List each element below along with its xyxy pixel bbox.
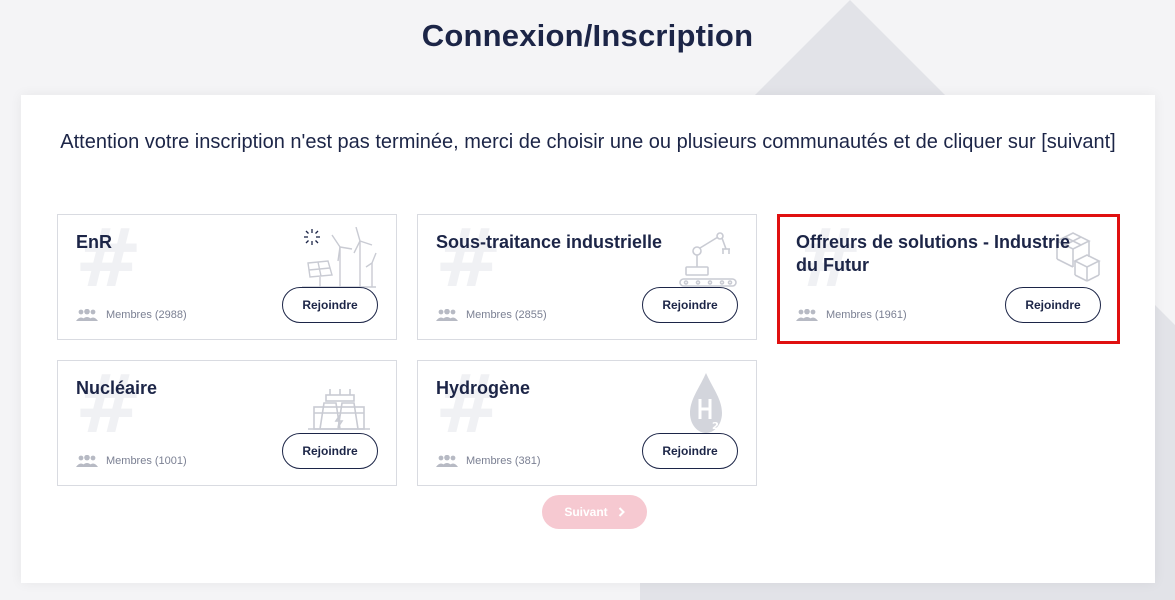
hydrogen-drop-icon: 2 [690,373,722,433]
member-count-text: Membres (1001) [106,455,187,467]
join-button-hydrogene[interactable]: Rejoindre [642,433,738,469]
member-count-text: Membres (2988) [106,309,187,321]
members-icon [76,455,98,467]
community-card-offreurs-solutions: # Offreurs de solutions - Industrie du F… [777,214,1120,344]
member-count-text: Membres (2855) [466,309,547,321]
next-button-label: Suivant [564,505,608,519]
community-card-hydrogene: # Hydrogène 2 Membres (381) Rejoindre [417,360,757,486]
member-count: Membres (2988) [76,307,187,323]
community-card-nucleaire: # Nucléaire Membres (1001) Rejoindre [57,360,397,486]
community-card-enr: # EnR Membres (2988) Rejoindre [57,214,397,340]
join-button-nucleaire[interactable]: Rejoindre [282,433,378,469]
power-plant-icon [308,389,370,430]
svg-text:2: 2 [712,421,719,432]
registration-notice: Attention votre inscription n'est pas te… [60,131,1116,153]
join-button-sous-traitance[interactable]: Rejoindre [642,287,738,323]
community-selection-panel: Attention votre inscription n'est pas te… [21,95,1155,583]
page-title: Connexion/Inscription [421,18,754,53]
members-icon [436,455,458,467]
members-icon [436,309,458,321]
community-title: Offreurs de solutions - Industrie du Fut… [796,232,1071,275]
members-icon [796,309,818,321]
members-icon [76,309,98,321]
join-button-offreurs-solutions[interactable]: Rejoindre [1005,287,1101,323]
member-count: Membres (1001) [76,453,187,469]
chevron-right-icon [618,507,625,517]
member-count-text: Membres (1961) [826,309,907,321]
community-card-sous-traitance: # Sous-traitance industrielle Membres (2… [417,214,757,340]
join-button-enr[interactable]: Rejoindre [282,287,378,323]
member-count: Membres (1961) [796,307,907,323]
member-count: Membres (2855) [436,307,547,323]
renewable-energy-icon [302,227,377,288]
next-button[interactable]: Suivant [542,495,647,529]
robot-arm-icon [679,232,737,287]
member-count: Membres (381) [436,453,541,469]
member-count-text: Membres (381) [466,455,541,467]
